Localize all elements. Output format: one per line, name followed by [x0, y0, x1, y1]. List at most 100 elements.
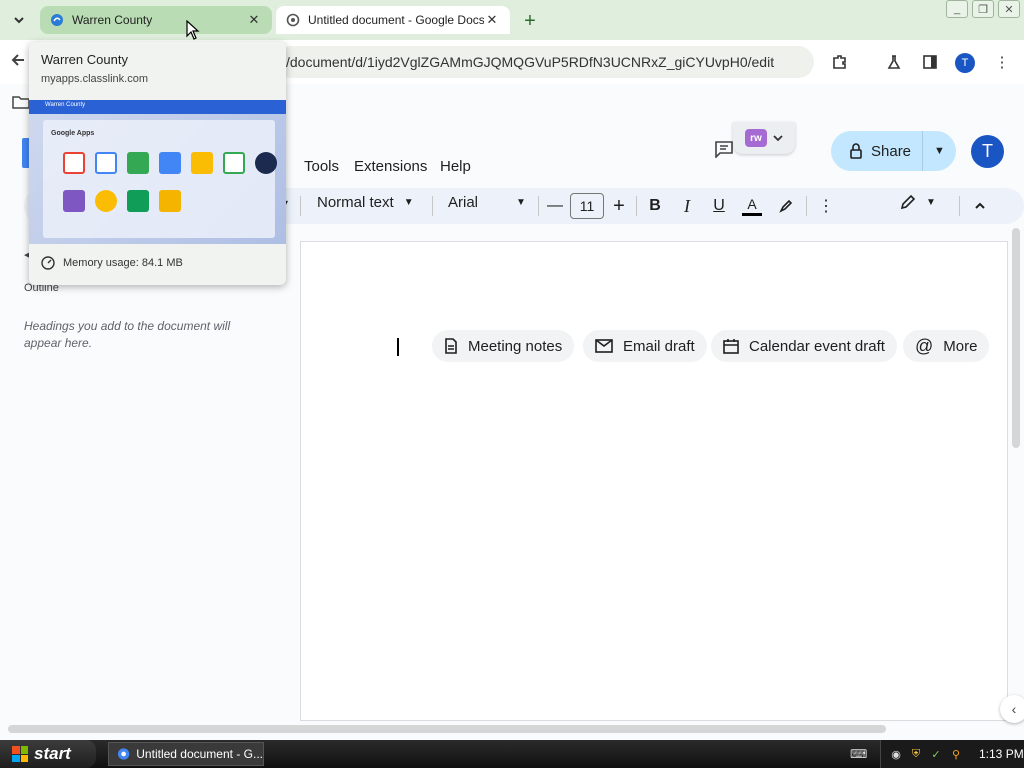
system-tray: ◉ ⛨ ✓ ⚲ 1:13 PM: [880, 740, 1024, 768]
new-tab-button[interactable]: +: [518, 9, 542, 33]
shield-icon[interactable]: ⛨: [909, 747, 923, 761]
keep-app-icon: [159, 190, 181, 212]
chip-label: Meeting notes: [468, 337, 563, 355]
vertical-scrollbar[interactable]: [1012, 228, 1020, 448]
font-size-input[interactable]: 11: [570, 193, 604, 219]
read-write-badge: rw: [745, 129, 767, 147]
share-options-button[interactable]: ▼: [923, 145, 956, 157]
divider: [636, 196, 637, 216]
side-panel-icon: [923, 55, 937, 69]
more-chip[interactable]: @ More: [903, 330, 990, 362]
font-family-value: Arial: [448, 194, 479, 211]
hide-menus-button[interactable]: [968, 194, 992, 218]
close-window-button[interactable]: ✕: [998, 0, 1020, 18]
email-draft-chip[interactable]: Email draft: [583, 330, 707, 362]
hover-card-url: myapps.classlink.com: [41, 73, 148, 85]
preview-apps-panel: Google Apps: [43, 120, 277, 238]
chevron-left-icon: ‹: [1011, 701, 1017, 717]
more-options-button[interactable]: ⋮: [814, 194, 838, 218]
text-color-button[interactable]: A: [740, 194, 764, 218]
bookmarks-folder-icon[interactable]: [12, 94, 30, 114]
classroom-green-app-icon: [127, 152, 149, 174]
increase-font-size-button[interactable]: +: [607, 194, 631, 218]
url-text: /document/d/1iyd2VglZGAMmGJQMQGVuP5RDfN3…: [286, 54, 775, 70]
pencil-icon: [900, 194, 916, 210]
account-avatar[interactable]: T: [971, 135, 1004, 168]
divider: [538, 196, 539, 216]
hover-card-title: Warren County: [41, 52, 128, 67]
app-icon: [95, 190, 117, 212]
side-panel-button[interactable]: [920, 52, 940, 72]
tab-google-docs[interactable]: Untitled document - Google Docs ✕: [276, 6, 510, 34]
taskbar-item-docs[interactable]: Untitled document - G...: [108, 742, 264, 766]
docs-app-icon: [159, 152, 181, 174]
search-icon[interactable]: ⚲: [949, 747, 963, 761]
security-icon[interactable]: ✓: [929, 747, 943, 761]
highlight-color-button[interactable]: [774, 194, 798, 218]
menu-help[interactable]: Help: [440, 158, 471, 175]
italic-button[interactable]: I: [675, 194, 699, 218]
close-tab-icon[interactable]: ✕: [246, 12, 262, 28]
labs-button[interactable]: [884, 52, 904, 72]
hover-card-preview: Warren County Google Apps: [29, 100, 286, 244]
calendar-event-draft-chip[interactable]: Calendar event draft: [711, 330, 897, 362]
memory-usage-text: Memory usage: 84.1 MB: [63, 257, 183, 269]
divider: [806, 196, 807, 216]
share-main[interactable]: Share: [831, 131, 923, 171]
calendar-icon: [723, 339, 739, 354]
share-label: Share: [871, 142, 912, 160]
font-family-select[interactable]: Arial ▼: [448, 194, 526, 211]
start-button[interactable]: start: [0, 740, 96, 768]
keyboard-icon[interactable]: ⌨: [850, 747, 867, 761]
mouse-pointer-icon: [186, 19, 200, 45]
profile-avatar[interactable]: T: [955, 53, 975, 73]
decrease-font-size-button[interactable]: —: [543, 194, 567, 218]
tab-hover-card: Warren County myapps.classlink.com Warre…: [29, 42, 286, 285]
meeting-notes-chip[interactable]: Meeting notes: [432, 330, 575, 362]
network-icon[interactable]: ◉: [889, 747, 903, 761]
windows-flag-icon: [12, 746, 28, 762]
tab-strip: Warren County ✕ Untitled document - Goog…: [0, 0, 1024, 40]
highlighter-icon: [779, 199, 793, 213]
gmail-app-icon: [63, 152, 85, 174]
chevron-up-icon: [975, 202, 985, 209]
show-side-panel-button[interactable]: ‹: [1000, 695, 1024, 723]
horizontal-scrollbar[interactable]: [8, 725, 886, 733]
tab-warren-county[interactable]: Warren County ✕: [40, 6, 272, 34]
address-bar[interactable]: /document/d/1iyd2VglZGAMmGJQMQGVuP5RDfN3…: [276, 46, 814, 78]
minimize-button[interactable]: _: [946, 0, 968, 18]
chip-label: Calendar event draft: [749, 337, 885, 355]
drive-app-icon: [223, 152, 245, 174]
share-button[interactable]: Share ▼: [831, 131, 956, 171]
comment-history-icon[interactable]: [714, 140, 734, 163]
editing-mode-select[interactable]: ▼: [900, 194, 936, 210]
document-page[interactable]: [300, 241, 1008, 721]
underline-button[interactable]: U: [707, 194, 731, 218]
google-docs-favicon-icon: [286, 13, 300, 27]
close-tab-icon[interactable]: ✕: [484, 12, 500, 28]
extensions-button[interactable]: [830, 52, 850, 72]
bold-button[interactable]: B: [643, 194, 667, 218]
caret-down-icon: ▼: [516, 197, 526, 208]
tab-search-button[interactable]: [6, 8, 32, 32]
chrome-icon: [117, 748, 130, 760]
app-icon: [255, 152, 277, 174]
clock: 1:13 PM: [979, 747, 1024, 761]
email-icon: [595, 339, 613, 353]
outline-hint: Headings you add to the document will ap…: [24, 319, 231, 350]
caret-down-icon: ▼: [926, 196, 936, 208]
slides-app-icon: [191, 152, 213, 174]
restore-button[interactable]: ❐: [972, 0, 994, 18]
kebab-menu-icon: ⋮: [818, 198, 834, 215]
paragraph-style-select[interactable]: Normal text ▼: [317, 194, 414, 211]
chip-label: Email draft: [623, 337, 695, 355]
browser-menu-button[interactable]: ⋮: [992, 52, 1012, 72]
sheets-app-icon: [127, 190, 149, 212]
menu-extensions[interactable]: Extensions: [354, 158, 427, 175]
preview-header: Warren County: [29, 100, 286, 114]
document-icon: [445, 338, 457, 354]
preview-section-title: Google Apps: [51, 130, 95, 137]
read-write-extension-button[interactable]: rw: [733, 122, 795, 154]
menu-tools[interactable]: Tools: [304, 158, 339, 175]
back-button[interactable]: [10, 52, 26, 73]
